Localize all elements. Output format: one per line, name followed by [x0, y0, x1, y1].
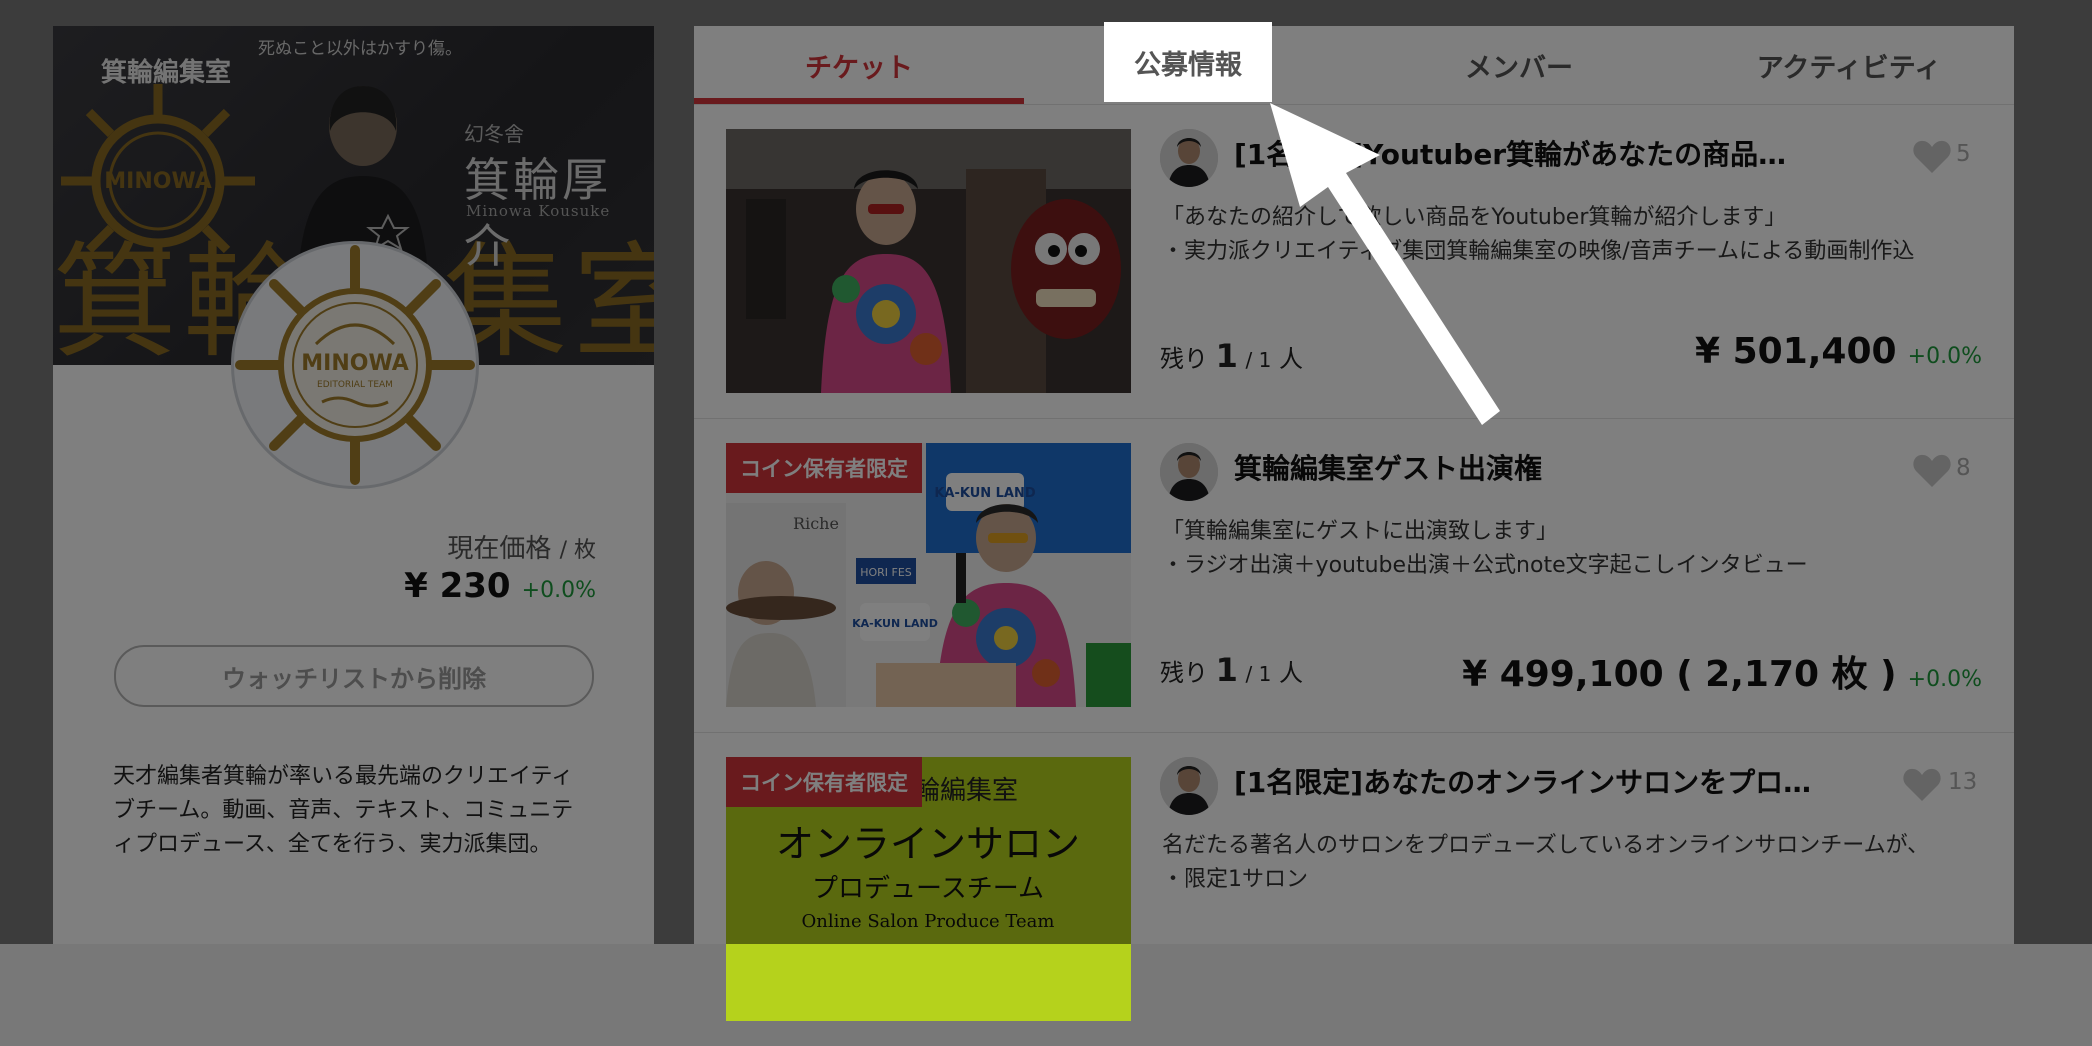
ticket-thumbnail[interactable]: 輪編集室 オンラインサロン プロデュースチーム Online Salon Pro…: [726, 757, 1131, 1021]
price-change: +0.0%: [521, 578, 596, 603]
ticket-title[interactable]: [1名限定]あなたのオンラインサロンをプロデュー…: [1234, 761, 1814, 801]
remaining-unit: 人: [1279, 659, 1304, 687]
tab-members[interactable]: メンバー: [1354, 26, 1684, 104]
heart-icon[interactable]: [1912, 453, 1952, 489]
tab-tickets[interactable]: チケット: [694, 26, 1024, 104]
pointer-arrow-icon: [1270, 103, 1500, 425]
active-tab-indicator: [694, 98, 1024, 104]
tab-bar: チケット 公募情報 メンバー アクティビティ: [694, 26, 2014, 105]
remaining-count: 残り 1 / 1 人: [1160, 651, 1303, 689]
price-change: +0.0%: [1907, 344, 1982, 369]
tab-activity[interactable]: アクティビティ: [1684, 26, 2014, 104]
svg-text:EDITORIAL TEAM: EDITORIAL TEAM: [317, 380, 393, 390]
minowa-logo-icon: MINOWA EDITORIAL TEAM: [235, 245, 475, 485]
highlighted-tab-recruitment[interactable]: 公募情報: [1104, 22, 1272, 102]
ticket-thumbnail[interactable]: [726, 129, 1131, 393]
description-line: 「箕輪編集室にゲストに出演致します」: [1162, 519, 1559, 544]
ticket-listing[interactable]: 輪編集室 オンラインサロン プロデュースチーム Online Salon Pro…: [694, 733, 2014, 1046]
description-line: 名だたる著名人のサロンをプロデューズしているオンラインサロンチームが、: [1162, 833, 1930, 858]
remaining-number: 1: [1215, 337, 1238, 375]
svg-text:Online Salon Produce Team: Online Salon Produce Team: [802, 911, 1055, 932]
team-logo-avatar: MINOWA EDITORIAL TEAM: [231, 241, 479, 489]
svg-text:HORI FES: HORI FES: [860, 566, 912, 579]
ticket-title[interactable]: 箕輪編集室ゲスト出演権: [1234, 447, 1814, 487]
heart-icon[interactable]: [1902, 767, 1942, 803]
remove-from-watchlist-button[interactable]: ウォッチリストから削除: [114, 645, 594, 707]
price-label-text: 現在価格: [447, 534, 552, 564]
ticket-description: 「箕輪編集室にゲストに出演致します」 ・ラジオ出演＋youtube出演＋公式no…: [1162, 515, 1992, 583]
remaining-label: 残り: [1160, 659, 1208, 687]
banner-publisher: 幻冬舎: [464, 122, 524, 146]
profile-card: MINOWA 箕輪編集室 箕輪編集室 死ぬこと以外はかすり傷。 幻冬舎 箕輪厚介…: [53, 26, 654, 944]
svg-text:KA-KUN LAND: KA-KUN LAND: [934, 486, 1036, 501]
ticket-thumbnail[interactable]: KA-KUN LAND HORI FES Riche KA-KUN LAND コ…: [726, 443, 1131, 707]
price-value: ¥ 230: [404, 566, 511, 606]
current-price: ¥ 230 +0.0%: [404, 566, 596, 606]
ticket-listing[interactable]: KA-KUN LAND HORI FES Riche KA-KUN LAND コ…: [694, 419, 2014, 733]
svg-text:プロデュースチーム: プロデュースチーム: [812, 874, 1044, 904]
svg-text:オンラインサロン: オンラインサロン: [776, 822, 1080, 866]
svg-text:KA-KUN LAND: KA-KUN LAND: [852, 617, 938, 630]
banner-name-en: Minowa Kousuke: [466, 202, 611, 220]
like-count: 13: [1948, 769, 1978, 795]
coin-holder-only-badge: コイン保有者限定: [726, 757, 922, 807]
heart-icon[interactable]: [1912, 139, 1952, 175]
ticket-price: ¥ 499,100 ( 2,170 枚 ) +0.0%: [1462, 645, 1982, 697]
svg-text:輪編集室: 輪編集室: [914, 776, 1018, 806]
banner-tagline: 死ぬこと以外はかすり傷。: [258, 39, 462, 59]
like-count: 5: [1956, 141, 1971, 167]
seller-avatar[interactable]: [1160, 129, 1218, 187]
ticket-description: 名だたる著名人のサロンをプロデューズしているオンラインサロンチームが、 ・限定1…: [1162, 829, 1992, 897]
description-line: ・ラジオ出演＋youtube出演＋公式note文字起こしインタビュー: [1162, 553, 1808, 578]
team-description: 天才編集者箕輪が率いる最先端のクリエイティブチーム。動画、音声、テキスト、コミュ…: [113, 764, 574, 857]
svg-text:MINOWA: MINOWA: [301, 351, 409, 376]
street-photo: [726, 129, 1131, 393]
seller-avatar[interactable]: [1160, 757, 1218, 815]
remaining-number: 1: [1215, 651, 1238, 689]
like-count: 8: [1956, 455, 1971, 481]
price-change: +0.0%: [1907, 667, 1982, 692]
svg-text:MINOWA: MINOWA: [104, 169, 212, 194]
remaining-label: 残り: [1160, 345, 1208, 373]
coin-holder-only-badge: コイン保有者限定: [726, 443, 922, 493]
svg-text:Riche: Riche: [793, 514, 839, 533]
remaining-total: / 1: [1245, 662, 1272, 686]
price-amount: ¥ 501,400: [1695, 331, 1897, 372]
price-amount: ¥ 499,100 ( 2,170 枚 ): [1462, 654, 1897, 695]
description-line: ・限定1サロン: [1162, 867, 1308, 892]
ticket-price: ¥ 501,400 +0.0%: [1695, 331, 1982, 372]
current-price-label: 現在価格 / 枚: [447, 528, 596, 565]
price-unit: / 枚: [559, 538, 596, 563]
seller-avatar[interactable]: [1160, 443, 1218, 501]
banner-label: 箕輪編集室: [101, 58, 232, 88]
